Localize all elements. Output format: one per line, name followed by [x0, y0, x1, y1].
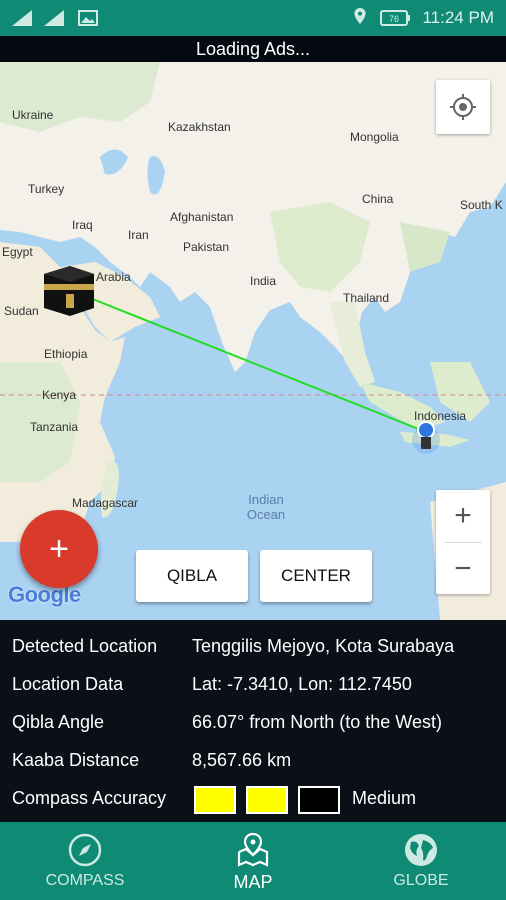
- qibla-angle-label: Qibla Angle: [12, 712, 105, 732]
- map-label-sudan: Sudan: [4, 304, 39, 318]
- ad-banner[interactable]: Loading Ads...: [0, 36, 506, 62]
- kaaba-distance-label: Kaaba Distance: [12, 750, 140, 770]
- kaaba-icon: [44, 266, 94, 316]
- crosshair-icon: [450, 94, 476, 120]
- detected-location-value: Tenggilis Mejoyo, Kota Surabaya: [192, 636, 455, 656]
- compass-icon: [68, 833, 102, 867]
- map-label-mongolia: Mongolia: [350, 130, 399, 144]
- image-icon: [78, 10, 98, 26]
- accuracy-indicator-3: [298, 786, 340, 814]
- nav-compass-label: COMPASS: [45, 872, 125, 889]
- nav-map-label: MAP: [233, 872, 273, 892]
- map-label-india: India: [250, 274, 277, 288]
- svg-text:76: 76: [389, 14, 399, 24]
- globe-icon: [405, 834, 437, 866]
- status-time: 11:24 PM: [422, 8, 494, 27]
- zoom-in-button[interactable]: +: [436, 490, 490, 542]
- map-label-indian-ocean: Indian Ocean: [246, 492, 286, 522]
- location-data-value: Lat: -7.3410, Lon: 112.7450: [192, 674, 412, 694]
- map-view[interactable]: Ukraine Kazakhstan Mongolia Turkey China…: [0, 62, 506, 620]
- map-label-arabia: Arabia: [96, 270, 131, 284]
- location-icon: [354, 8, 366, 24]
- add-fab-button[interactable]: +: [20, 510, 98, 588]
- map-label-madagascar: Madagascar: [72, 496, 139, 510]
- nav-globe-label: GLOBE: [393, 872, 449, 889]
- map-label-thailand: Thailand: [343, 291, 390, 305]
- nav-globe[interactable]: GLOBE: [346, 822, 496, 900]
- zoom-out-button[interactable]: −: [436, 543, 490, 594]
- accuracy-indicator-2: [246, 786, 288, 814]
- map-label-china: China: [362, 192, 394, 206]
- map-label-turkey: Turkey: [28, 182, 65, 196]
- my-location-button[interactable]: [436, 80, 490, 134]
- map-label-afghanistan: Afghanistan: [170, 210, 234, 224]
- kaaba-marker[interactable]: [40, 264, 98, 316]
- map-label-iran: Iran: [128, 228, 149, 242]
- map-label-ethiopia: Ethiopia: [44, 347, 88, 361]
- map-label-kenya: Kenya: [42, 388, 77, 402]
- signal-icon: [12, 10, 32, 26]
- map-icon: [237, 832, 269, 867]
- map-label-egypt: Egypt: [2, 245, 33, 259]
- qibla-button[interactable]: QIBLA: [136, 550, 248, 602]
- battery-icon: 76: [380, 10, 410, 26]
- map-label-ukraine: Ukraine: [12, 108, 54, 122]
- map-label-indonesia: Indonesia: [414, 409, 467, 423]
- map-label-tanzania: Tanzania: [30, 420, 79, 434]
- info-panel: Detected Location Tenggilis Mejoyo, Kota…: [0, 620, 506, 822]
- accuracy-indicator-1: [194, 786, 236, 814]
- compass-accuracy-label: Compass Accuracy: [12, 788, 167, 808]
- zoom-controls: + −: [436, 490, 490, 594]
- status-bar: 76 11:24 PM: [0, 0, 506, 36]
- kaaba-distance-value: 8,567.66 km: [192, 750, 292, 770]
- location-data-label: Location Data: [12, 674, 124, 694]
- compass-accuracy-value: Medium: [352, 788, 417, 808]
- center-button[interactable]: CENTER: [260, 550, 372, 602]
- map-label-south-korea: South K: [460, 198, 503, 212]
- map-label-pakistan: Pakistan: [183, 240, 230, 254]
- bottom-nav: COMPASS MAP GLOBE: [0, 822, 506, 900]
- qibla-angle-value: 66.07° from North (to the West): [192, 712, 442, 732]
- nav-compass[interactable]: COMPASS: [10, 822, 160, 900]
- map-label-iraq: Iraq: [72, 218, 93, 232]
- signal-icon: [44, 10, 64, 26]
- detected-location-label: Detected Location: [12, 636, 158, 656]
- map-label-kazakhstan: Kazakhstan: [168, 120, 231, 134]
- nav-map[interactable]: MAP: [178, 822, 328, 900]
